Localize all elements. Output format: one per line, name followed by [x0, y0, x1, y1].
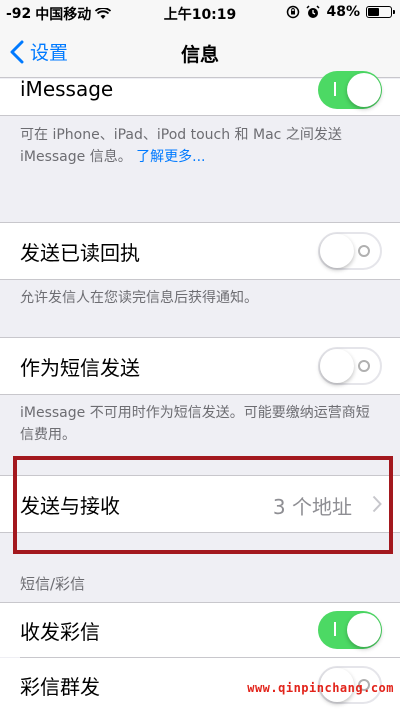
imessage-row: iMessage	[0, 71, 400, 115]
imessage-footer: 可在 iPhone、iPad、iPod touch 和 Mac 之间发送 iMe…	[20, 124, 380, 168]
read-receipts-footer: 允许发信人在您读完信息后获得通知。	[20, 290, 258, 306]
learn-more-link[interactable]: 了解更多...	[136, 149, 205, 165]
separator	[0, 115, 400, 116]
send-as-sms-label: 作为短信发送	[20, 356, 140, 380]
watermark: www.qinpinchang.com	[247, 681, 394, 695]
separator	[0, 279, 400, 280]
read-receipts-toggle[interactable]	[318, 232, 382, 270]
imessage-toggle[interactable]	[318, 71, 382, 109]
separator	[0, 394, 400, 395]
page-title: 信息	[180, 44, 219, 66]
rotation-lock-icon	[287, 5, 300, 19]
send-as-sms-toggle[interactable]	[318, 347, 382, 385]
imessage-label: iMessage	[20, 77, 114, 101]
send-as-sms-footer: iMessage 不可用时作为短信发送。可能要缴纳运营商短信费用。	[20, 405, 370, 443]
status-right: 48%	[286, 4, 395, 20]
alarm-icon	[306, 5, 321, 18]
section-header-sms-mms: 短信/彩信	[20, 575, 86, 593]
read-receipts-label: 发送已读回执	[20, 241, 140, 265]
mms-toggle[interactable]	[318, 611, 382, 649]
group-messaging-label: 彩信群发	[20, 675, 100, 699]
send-as-sms-row: 作为短信发送	[0, 338, 400, 394]
highlight-box	[13, 456, 393, 554]
mms-label: 收发彩信	[20, 620, 100, 644]
status-bar: -92 中国移动 上午10:19 48%	[0, 0, 400, 26]
battery-icon	[366, 6, 395, 18]
mms-row: 收发彩信	[0, 603, 400, 657]
read-receipts-row: 发送已读回执	[0, 223, 400, 279]
battery-percent: 48%	[326, 4, 360, 20]
